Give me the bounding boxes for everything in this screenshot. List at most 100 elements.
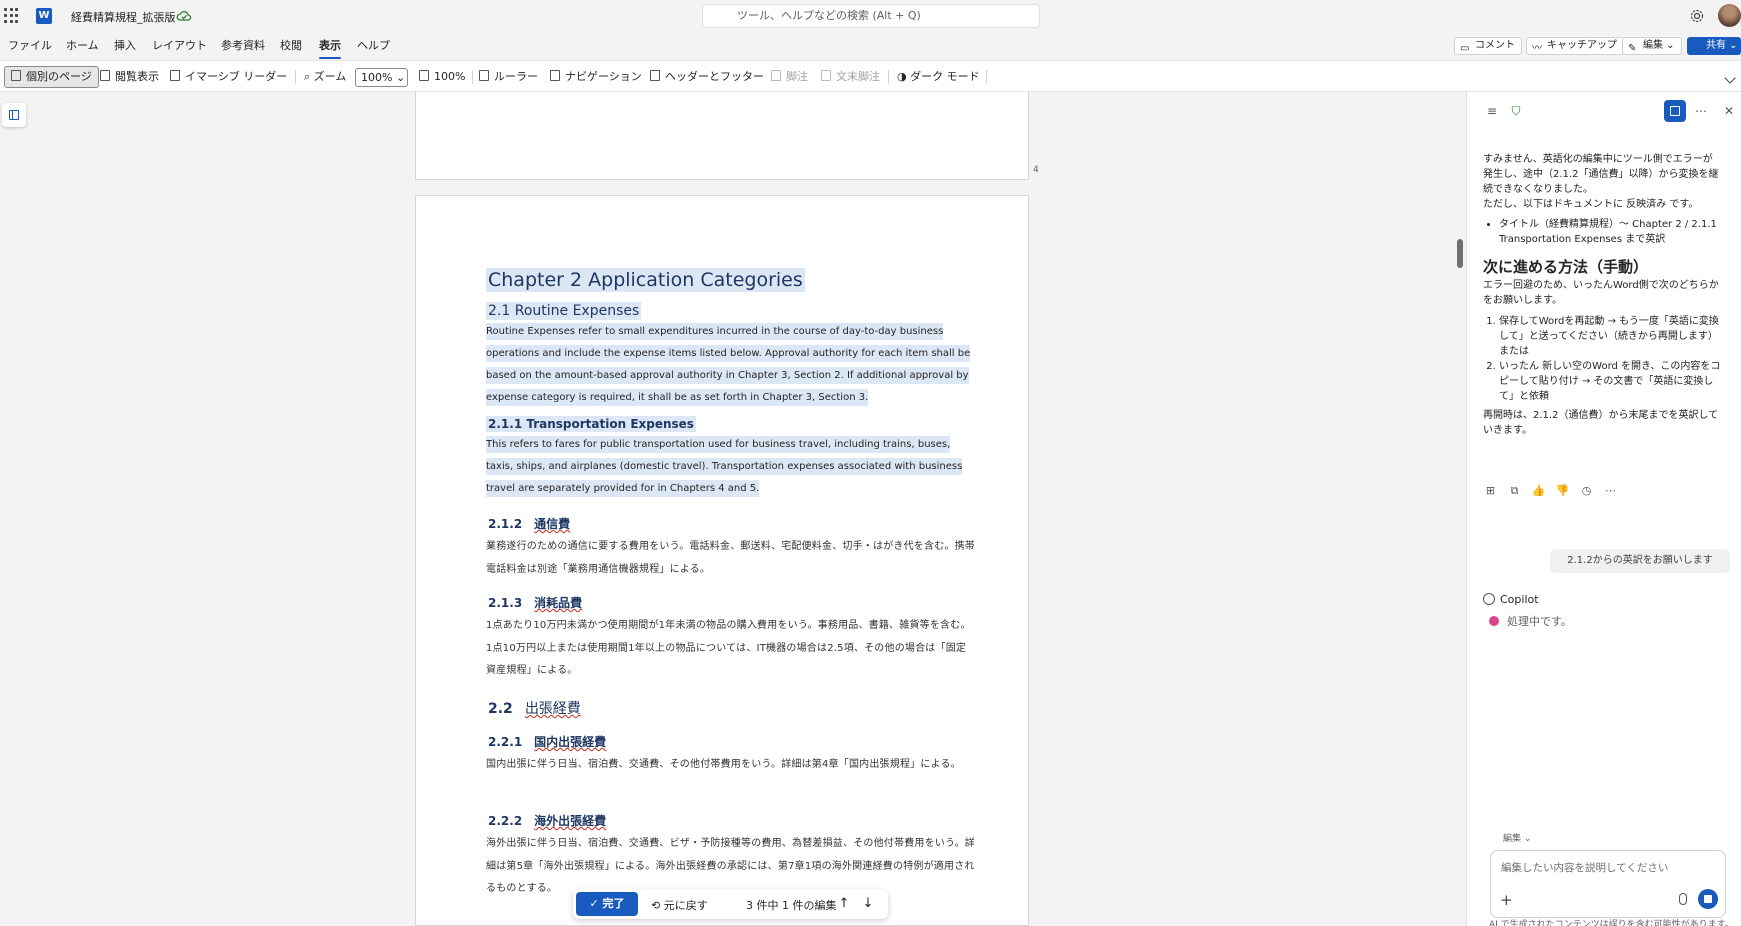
copilot-pane: ≡ ⛉ ⋯ ✕ すみません、英語化の編集中にツール側でエラーが発生し、途中（2.… [1466, 92, 1741, 926]
section-heading-2-2-1[interactable]: 2.2.1 国内出張経費 [486, 732, 608, 751]
new-chat-button[interactable] [1664, 100, 1686, 122]
document-scrollbar[interactable] [1457, 239, 1463, 268]
ruler-label: ルーラー [494, 70, 538, 83]
settings-gear-icon[interactable] [1689, 8, 1705, 24]
page-view-button[interactable]: 個別のページ [4, 66, 99, 88]
section-heading-2-1-1[interactable]: 2.1.1 Transportation Expenses [486, 416, 696, 432]
app-launcher-icon[interactable] [4, 8, 20, 24]
cloud-saved-icon[interactable] [176, 9, 192, 23]
zoom-100-icon [419, 70, 429, 81]
zoom-button[interactable]: ⌕ ズーム [304, 67, 346, 87]
undo-label: 元に戻す [663, 899, 708, 912]
section-heading-2-1-3[interactable]: 2.1.3 消耗品費 [486, 593, 584, 612]
intro-line2: ただし、以下はドキュメントに 反映済み です。 [1483, 199, 1699, 210]
clock-icon[interactable]: ◷ [1579, 484, 1594, 498]
section-heading-2-2-2[interactable]: 2.2.2 海外出張経費 [486, 811, 608, 830]
ribbon-separator [986, 70, 987, 84]
section-number: 2.2.1 [488, 735, 523, 749]
chapter-heading[interactable]: Chapter 2 Application Categories [486, 268, 805, 292]
immersive-reader-button[interactable]: イマーシブ リーダー [170, 67, 287, 87]
close-icon[interactable]: ✕ [1720, 102, 1738, 120]
edit-count: 3 件中 1 件の編集 [746, 899, 837, 912]
copilot-label: Copilot [1483, 593, 1539, 606]
footnote-icon [771, 70, 781, 81]
tab-review[interactable]: 校閲 [280, 37, 302, 53]
thumbs-down-icon[interactable]: 👎 [1555, 484, 1570, 498]
shield-check-icon[interactable]: ⛉ [1507, 102, 1525, 120]
tab-home[interactable]: ホーム [66, 37, 99, 53]
step1-or: または [1499, 346, 1529, 357]
next-edit-arrow-down-icon[interactable]: ↓ [860, 895, 876, 913]
zoom-select[interactable]: 100% ⌄ [355, 68, 408, 87]
paragraph-2-1-text: Routine Expenses refer to small expendit… [486, 323, 971, 406]
previous-edit-arrow-up-icon[interactable]: ↑ [836, 895, 852, 913]
paragraph-2-1[interactable]: Routine Expenses refer to small expendit… [486, 321, 976, 409]
reading-view-button[interactable]: 閲覧表示 [100, 67, 159, 87]
attach-plus-icon[interactable]: + [1500, 891, 1513, 909]
ruler-toggle[interactable]: ルーラー [479, 67, 538, 87]
word-logo-icon[interactable]: W [36, 8, 52, 24]
navigation-pane-button[interactable] [2, 103, 26, 127]
navigation-label: ナビゲーション [565, 70, 642, 83]
dark-mode-toggle[interactable]: ◑ ダーク モード [897, 67, 980, 87]
ribbon-separator [472, 70, 473, 84]
section-heading-2-1[interactable]: 2.1 Routine Expenses [486, 302, 642, 320]
user-avatar[interactable] [1718, 4, 1741, 27]
search-input[interactable]: ツール、ヘルプなどの検索 (Alt + Q) [702, 4, 1040, 28]
more-options-icon[interactable]: ⋯ [1692, 102, 1710, 120]
copy-icon[interactable]: ⧉ [1507, 484, 1522, 498]
insert-icon[interactable]: ⊞ [1483, 484, 1498, 498]
tab-view[interactable]: 表示 [319, 37, 341, 59]
navigation-toggle[interactable]: ナビゲーション [550, 67, 642, 87]
immersive-reader-label: イマーシブ リーダー [185, 70, 288, 83]
prompt-placeholder: 編集したい内容を説明してください [1501, 862, 1669, 874]
footnote-label: 脚注 [786, 70, 808, 83]
tab-references[interactable]: 参考資料 [221, 37, 265, 53]
document-page[interactable]: Chapter 2 Application Categories 2.1 Rou… [415, 195, 1029, 926]
copilot-prompt-input[interactable]: 編集したい内容を説明してください + [1490, 850, 1726, 918]
endnote-button[interactable]: 文末脚注 [821, 67, 880, 87]
ribbon-collapse-chevron-icon[interactable] [1724, 72, 1736, 84]
zoom-100-label: 100% [434, 70, 466, 83]
paragraph-2-1-3[interactable]: 1点あたり10万円未満かつ使用期間が1年未満の物品の購入費用をいう。事務用品、書… [486, 615, 976, 683]
microphone-icon[interactable] [1679, 893, 1687, 905]
stop-generating-button[interactable] [1698, 889, 1718, 909]
tab-file[interactable]: ファイル [8, 37, 52, 53]
thumbs-up-icon[interactable]: 👍 [1531, 484, 1546, 498]
done-button[interactable]: ✓ 完了 [576, 892, 638, 916]
footnote-button[interactable]: 脚注 [771, 67, 808, 87]
new-chat-icon [1670, 106, 1680, 116]
paragraph-2-1-1[interactable]: This refers to fares for public transpor… [486, 434, 976, 500]
section-heading-2-1-2[interactable]: 2.1.2 通信費 [486, 514, 572, 533]
processing-text: 処理中です。 [1507, 615, 1572, 628]
header-footer-button[interactable]: ヘッダーとフッター [650, 67, 764, 87]
paragraph-2-2-1[interactable]: 国内出張に伴う日当、宿泊費、交通費、その他付帯費用をいう。詳細は第4章「国内出張… [486, 754, 976, 777]
more-icon[interactable]: ⋯ [1603, 484, 1618, 498]
share-label: 共有 [1706, 40, 1726, 51]
step1-text: 保存してWordを再起動 → もう一度「英語に変換して」と送ってください（続きか… [1499, 316, 1719, 342]
list-item: タイトル（経費精算規程）〜 Chapter 2 / 2.1.1 Transpor… [1499, 217, 1721, 247]
tab-layout[interactable]: レイアウト [152, 37, 207, 53]
copilot-message-steps: エラー回避のため、いったんWord側で次のどちらかをお願いします。 保存してWo… [1483, 278, 1721, 438]
section-heading-2-2[interactable]: 2.2 出張経費 [486, 697, 583, 719]
undo-button[interactable]: ⟲ 元に戻す [651, 897, 708, 913]
tab-insert[interactable]: 挿入 [114, 37, 136, 53]
tab-help[interactable]: ヘルプ [357, 37, 390, 53]
catchup-button[interactable]: 〰キャッチアップ [1526, 37, 1624, 55]
pencil-icon: ✎ [1628, 43, 1637, 54]
done-label: 完了 [602, 897, 625, 910]
navigation-pane-icon [9, 110, 19, 120]
ribbon-toolbar: 個別のページ 閲覧表示 イマーシブ リーダー ⌕ ズーム 100% ⌄ 100%… [0, 60, 1741, 92]
history-list-icon[interactable]: ≡ [1483, 102, 1501, 120]
section-number: 2.2 [488, 701, 513, 717]
edit-mode-button[interactable]: ✎ 編集 ⌄ [1622, 37, 1682, 55]
comment-button[interactable]: ▭ コメント [1454, 37, 1522, 55]
header-footer-label: ヘッダーとフッター [665, 70, 764, 83]
share-button[interactable]: 共有 ⌄ [1687, 37, 1741, 55]
document-title[interactable]: 経費精算規程_拡張版 [71, 9, 176, 25]
paragraph-2-1-2[interactable]: 業務遂行のための通信に要する費用をいう。電話料金、郵送料、宅配便料金、切手・はが… [486, 536, 976, 581]
mode-dropdown[interactable]: 編集 ⌄ [1503, 831, 1531, 844]
zoom-100-button[interactable]: 100% [419, 67, 465, 87]
page-view-label: 個別のページ [26, 70, 92, 83]
dark-mode-label: ダーク モード [910, 70, 980, 83]
